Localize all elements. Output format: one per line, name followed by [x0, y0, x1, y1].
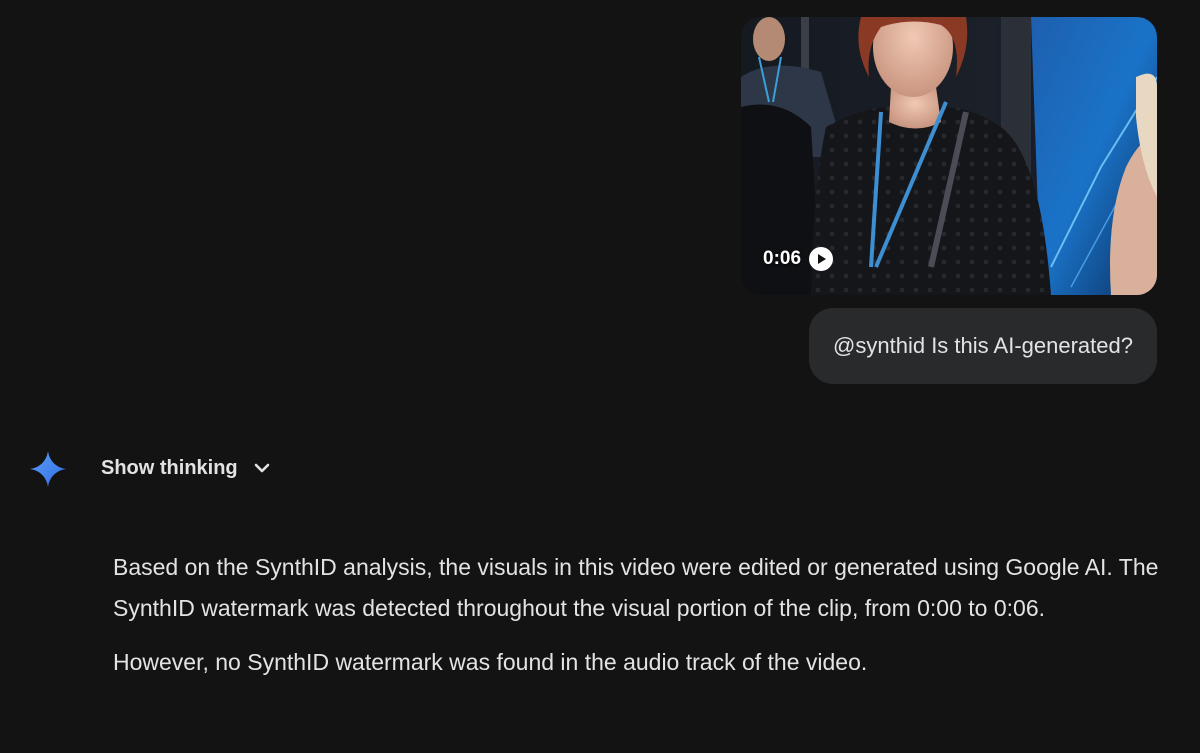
- user-message-bubble: @synthid Is this AI-generated?: [809, 308, 1157, 384]
- chevron-down-icon: [254, 463, 269, 473]
- video-controls: 0:06: [763, 247, 834, 271]
- response-paragraph: Based on the SynthID analysis, the visua…: [113, 554, 1159, 621]
- response-paragraph: However, no SynthID watermark was found …: [113, 649, 868, 675]
- user-message-text: @synthid Is this AI-generated?: [833, 333, 1133, 358]
- video-duration: 0:06: [763, 248, 802, 269]
- response-text: Based on the SynthID analysis, the visua…: [113, 547, 1163, 683]
- chat-page: 0:06 @synthid Is this AI-generated? Show…: [0, 0, 1200, 753]
- play-icon[interactable]: [809, 247, 834, 271]
- gemini-sparkle-icon: [30, 451, 66, 487]
- video-thumbnail[interactable]: 0:06: [741, 17, 1157, 295]
- show-thinking-toggle[interactable]: Show thinking: [101, 452, 272, 484]
- show-thinking-label: Show thinking: [101, 456, 238, 479]
